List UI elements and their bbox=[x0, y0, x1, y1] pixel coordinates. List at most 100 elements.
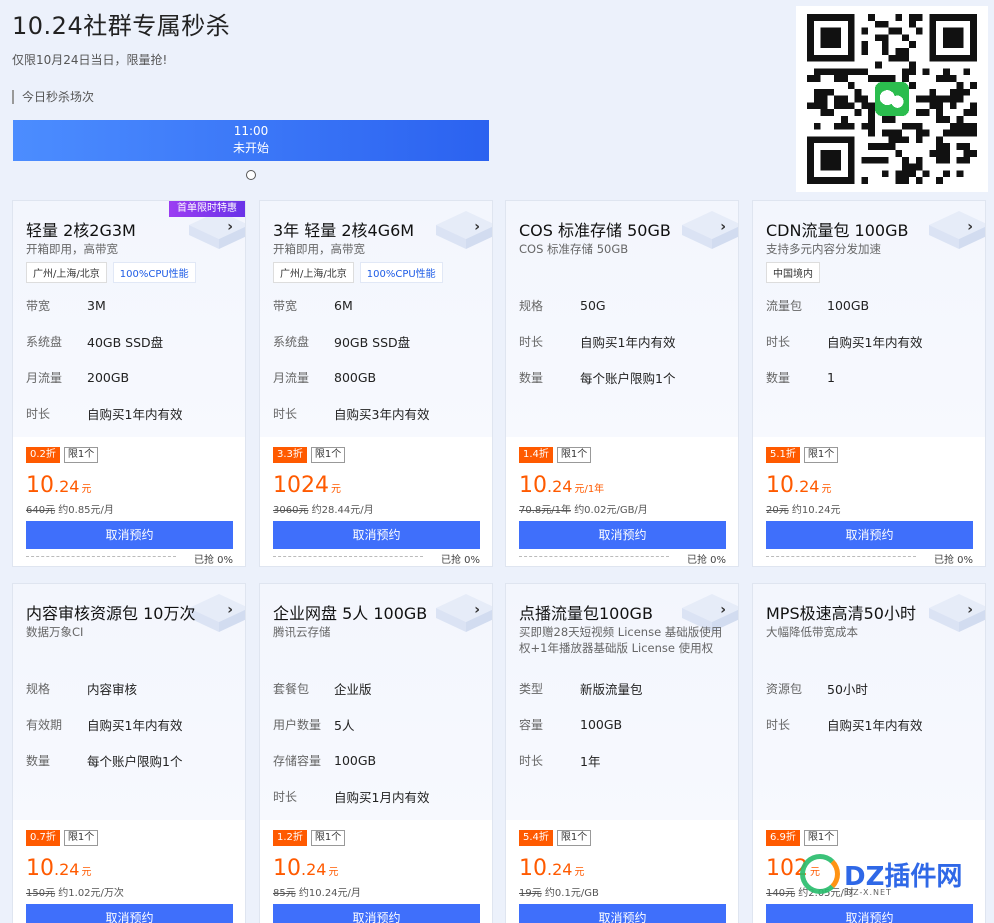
card-title[interactable]: CDN流量包 100GB bbox=[766, 217, 908, 241]
spec-key: 套餐包 bbox=[273, 681, 310, 696]
spec-list: 带宽 3M 系统盘 40GB SSD盘 月流量 200GB 时长 自购买1年内有… bbox=[26, 287, 182, 431]
price-decimal: .24 bbox=[54, 860, 80, 879]
price: 10.24 元/1年 bbox=[519, 473, 604, 498]
card-title[interactable]: 轻量 2核2G3M bbox=[26, 217, 136, 241]
price: 10.24 元 bbox=[26, 856, 91, 881]
price-decimal: .24 bbox=[301, 860, 327, 879]
badge-row: 0.2折 限1个 bbox=[26, 447, 99, 463]
limit-badge: 限1个 bbox=[803, 830, 839, 846]
spec-row: 套餐包 企业版 bbox=[273, 670, 429, 706]
chevron-right-icon[interactable]: › bbox=[720, 602, 726, 618]
spec-key: 时长 bbox=[273, 406, 298, 421]
limit-badge: 限1个 bbox=[556, 830, 592, 846]
spec-row: 时长 自购买1年内有效 bbox=[519, 323, 675, 359]
product-card[interactable]: CDN流量包 100GB › 支持多元内容分发加速 中国境内 流量包 100GB … bbox=[752, 200, 986, 567]
tag: 中国境内 bbox=[766, 262, 820, 283]
spec-row: 数量 每个账户限购1个 bbox=[26, 742, 182, 778]
spec-key: 容量 bbox=[519, 717, 544, 732]
sold-progress bbox=[273, 556, 423, 557]
spec-list: 规格 内容审核 有效期 自购买1年内有效 数量 每个账户限购1个 bbox=[26, 670, 182, 778]
limit-badge: 限1个 bbox=[803, 447, 839, 463]
spec-row: 时长 自购买1年内有效 bbox=[766, 706, 922, 742]
spec-row: 规格 内容审核 bbox=[26, 670, 182, 706]
spec-key: 时长 bbox=[766, 334, 791, 349]
chevron-right-icon[interactable]: › bbox=[474, 602, 480, 618]
original-price-value: 140元 bbox=[766, 888, 796, 899]
spec-list: 带宽 6M 系统盘 90GB SSD盘 月流量 800GB 时长 自购买3年内有… bbox=[273, 287, 429, 431]
cancel-reservation-button[interactable]: 取消预约 bbox=[519, 904, 726, 923]
card-title[interactable]: COS 标准存储 50GB bbox=[519, 217, 671, 241]
product-card[interactable]: 企业网盘 5人 100GB › 腾讯云存储 套餐包 企业版 用户数量 5人 存储… bbox=[259, 583, 493, 923]
spec-key: 时长 bbox=[273, 789, 298, 804]
cancel-reservation-button[interactable]: 取消预约 bbox=[519, 521, 726, 549]
card-title[interactable]: 点播流量包100GB bbox=[519, 600, 653, 624]
spec-value: 90GB SSD盘 bbox=[334, 334, 411, 350]
product-card[interactable]: COS 标准存储 50GB › COS 标准存储 50GB 规格 50G 时长 … bbox=[505, 200, 739, 567]
spec-value: 100GB bbox=[334, 752, 377, 768]
cancel-reservation-button[interactable]: 取消预约 bbox=[26, 521, 233, 549]
sold-percent: 已抢 0% bbox=[933, 555, 973, 566]
page-header: 10.24社群专属秒杀 仅限10月24日当日，限量抢! bbox=[12, 6, 230, 68]
cancel-reservation-button[interactable]: 取消预约 bbox=[766, 904, 973, 923]
spec-key: 规格 bbox=[519, 298, 544, 313]
spec-list: 套餐包 企业版 用户数量 5人 存储容量 100GB 时长 自购买1月内有效 bbox=[273, 670, 429, 814]
chevron-right-icon[interactable]: › bbox=[474, 219, 480, 235]
spec-key: 时长 bbox=[519, 753, 544, 768]
chevron-right-icon[interactable]: › bbox=[227, 602, 233, 618]
product-card[interactable]: 点播流量包100GB › 买即赠28天短视频 License 基础版使用权+1年… bbox=[505, 583, 739, 923]
badge-row: 3.3折 限1个 bbox=[273, 447, 346, 463]
spec-value: 100GB bbox=[580, 716, 623, 732]
spec-row: 时长 1年 bbox=[519, 742, 643, 778]
spec-value: 自购买1月内有效 bbox=[334, 789, 430, 805]
badge-row: 5.1折 限1个 bbox=[766, 447, 839, 463]
sold-percent: 已抢 0% bbox=[440, 555, 480, 566]
cancel-reservation-button[interactable]: 取消预约 bbox=[26, 904, 233, 923]
original-price-value: 150元 bbox=[26, 888, 56, 899]
card-description: 支持多元内容分发加速 bbox=[766, 242, 881, 256]
card-title[interactable]: 企业网盘 5人 100GB bbox=[273, 600, 427, 624]
cancel-reservation-button[interactable]: 取消预约 bbox=[766, 521, 973, 549]
chevron-right-icon[interactable]: › bbox=[967, 602, 973, 618]
spec-value: 6M bbox=[334, 297, 353, 313]
carousel-dot[interactable] bbox=[246, 170, 256, 180]
card-description: 开箱即用，高带宽 bbox=[26, 242, 118, 256]
card-title[interactable]: 3年 轻量 2核4G6M bbox=[273, 217, 414, 241]
cancel-reservation-button[interactable]: 取消预约 bbox=[273, 904, 480, 923]
spec-value: 1 bbox=[827, 369, 835, 385]
chevron-right-icon[interactable]: › bbox=[227, 219, 233, 235]
spec-value: 新版流量包 bbox=[580, 681, 643, 697]
original-price: 70.8元/1年 约0.02元/GB/月 bbox=[519, 501, 648, 516]
discount-badge: 5.4折 bbox=[519, 830, 553, 846]
price-unit: 元 bbox=[81, 484, 92, 495]
spec-row: 资源包 50小时 bbox=[766, 670, 922, 706]
cancel-reservation-button[interactable]: 取消预约 bbox=[273, 521, 480, 549]
spec-key: 月流量 bbox=[273, 370, 310, 385]
price-integer: 10 bbox=[519, 856, 547, 881]
product-card[interactable]: 内容审核资源包 10万次 › 数据万象CI 规格 内容审核 有效期 自购买1年内… bbox=[12, 583, 246, 923]
product-card[interactable]: 3年 轻量 2核4G6M › 开箱即用，高带宽 广州/上海/北京 100%CPU性能… bbox=[259, 200, 493, 567]
sold-progress bbox=[519, 556, 669, 557]
original-price: 640元 约0.85元/月 bbox=[26, 501, 114, 516]
price-decimal: .24 bbox=[547, 860, 573, 879]
spec-key: 数量 bbox=[766, 370, 791, 385]
unit-price-note: 约1.02元/万次 bbox=[58, 888, 124, 899]
spec-row: 月流量 200GB bbox=[26, 359, 182, 395]
card-title[interactable]: MPS极速高清50小时 bbox=[766, 600, 916, 624]
badge-row: 1.4折 限1个 bbox=[519, 447, 592, 463]
price: 10.24 元 bbox=[766, 473, 831, 498]
card-description: COS 标准存储 50GB bbox=[519, 242, 629, 256]
session-label: 今日秒杀场次 bbox=[12, 90, 94, 104]
card-description: 开箱即用，高带宽 bbox=[273, 242, 365, 256]
chevron-right-icon[interactable]: › bbox=[720, 219, 726, 235]
session-tab-1100[interactable]: 11:00 未开始 bbox=[13, 120, 489, 161]
sold-percent: 已抢 0% bbox=[193, 555, 233, 566]
card-title[interactable]: 内容审核资源包 10万次 bbox=[26, 600, 195, 624]
watermark-text: DZ插件网 bbox=[844, 861, 963, 892]
chevron-right-icon[interactable]: › bbox=[967, 219, 973, 235]
discount-badge: 1.4折 bbox=[519, 447, 553, 463]
badge-row: 1.2折 限1个 bbox=[273, 830, 346, 846]
card-tags: 中国境内 bbox=[766, 262, 820, 283]
tag: 广州/上海/北京 bbox=[26, 262, 107, 283]
product-card[interactable]: 轻量 2核2G3M › 开箱即用，高带宽 首单限时特惠 广州/上海/北京 100%CP… bbox=[12, 200, 246, 567]
card-tags: 广州/上海/北京 100%CPU性能 bbox=[26, 262, 196, 283]
